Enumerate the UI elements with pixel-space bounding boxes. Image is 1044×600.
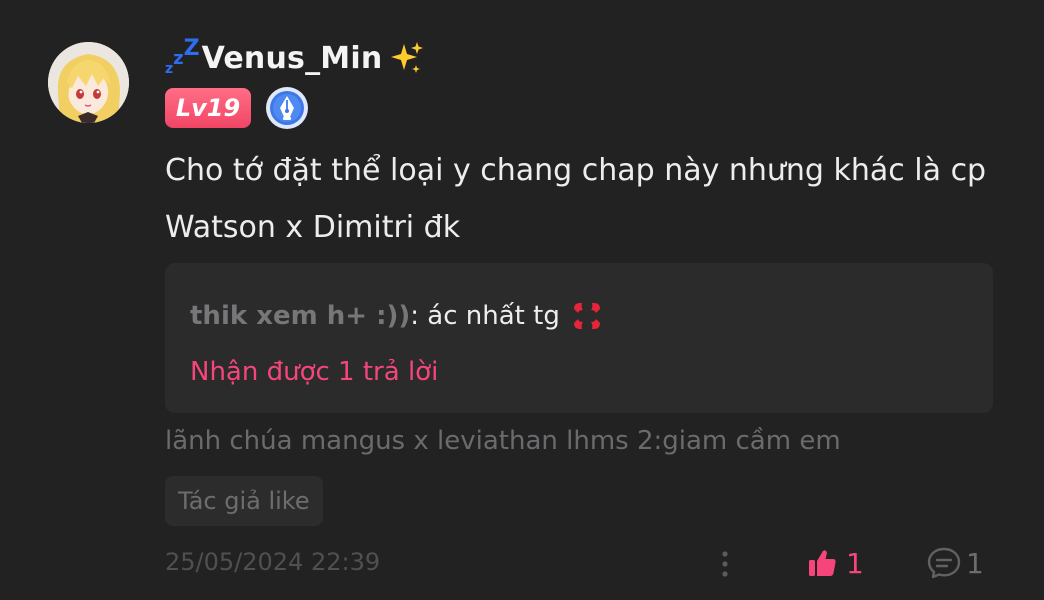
- reply-button[interactable]: 1: [926, 543, 984, 583]
- user-badges: Lv19: [165, 86, 309, 130]
- pen-nib-badge-icon[interactable]: [265, 86, 309, 130]
- comment-text: Cho tớ đặt thể loại y chang chap này như…: [165, 153, 987, 245]
- vertical-dots-icon: [722, 551, 728, 577]
- chat-bubble-icon: [927, 547, 961, 579]
- like-button[interactable]: 1: [806, 543, 864, 583]
- reply-text: ác nhất tg: [427, 301, 560, 331]
- story-title-link[interactable]: lãnh chúa mangus x leviathan lhms 2:giam…: [165, 426, 841, 456]
- anger-symbol-icon: [573, 303, 600, 329]
- timestamp: 25/05/2024 22:39: [165, 548, 381, 576]
- zzz-decoration: z z Z: [165, 36, 200, 77]
- view-replies-link[interactable]: Nhận được 1 trả lời: [190, 357, 438, 387]
- username-row[interactable]: z z Z Venus_Min: [165, 36, 426, 80]
- thumbs-up-icon: [809, 550, 836, 576]
- reply-preview-box[interactable]: thik xem h+ :)) : ác nhất tg Nhận được 1…: [165, 263, 993, 413]
- username[interactable]: Venus_Min: [202, 41, 383, 76]
- author-like-badge: Tác giả like: [165, 476, 323, 526]
- avatar[interactable]: [48, 42, 129, 123]
- like-count: 1: [846, 546, 864, 580]
- sparkles-icon: [391, 42, 424, 73]
- reply-separator: :: [410, 301, 428, 331]
- comment-item: z z Z Venus_Min Lv19 Cho tớ đặt thể loại…: [0, 0, 1044, 600]
- avatar-image: [48, 42, 129, 123]
- more-options-button[interactable]: [710, 547, 740, 581]
- reply-preview-line: thik xem h+ :)) : ác nhất tg: [190, 299, 604, 333]
- level-badge[interactable]: Lv19: [165, 88, 251, 128]
- reply-author[interactable]: thik xem h+ :)): [190, 301, 410, 331]
- reply-count: 1: [966, 546, 984, 580]
